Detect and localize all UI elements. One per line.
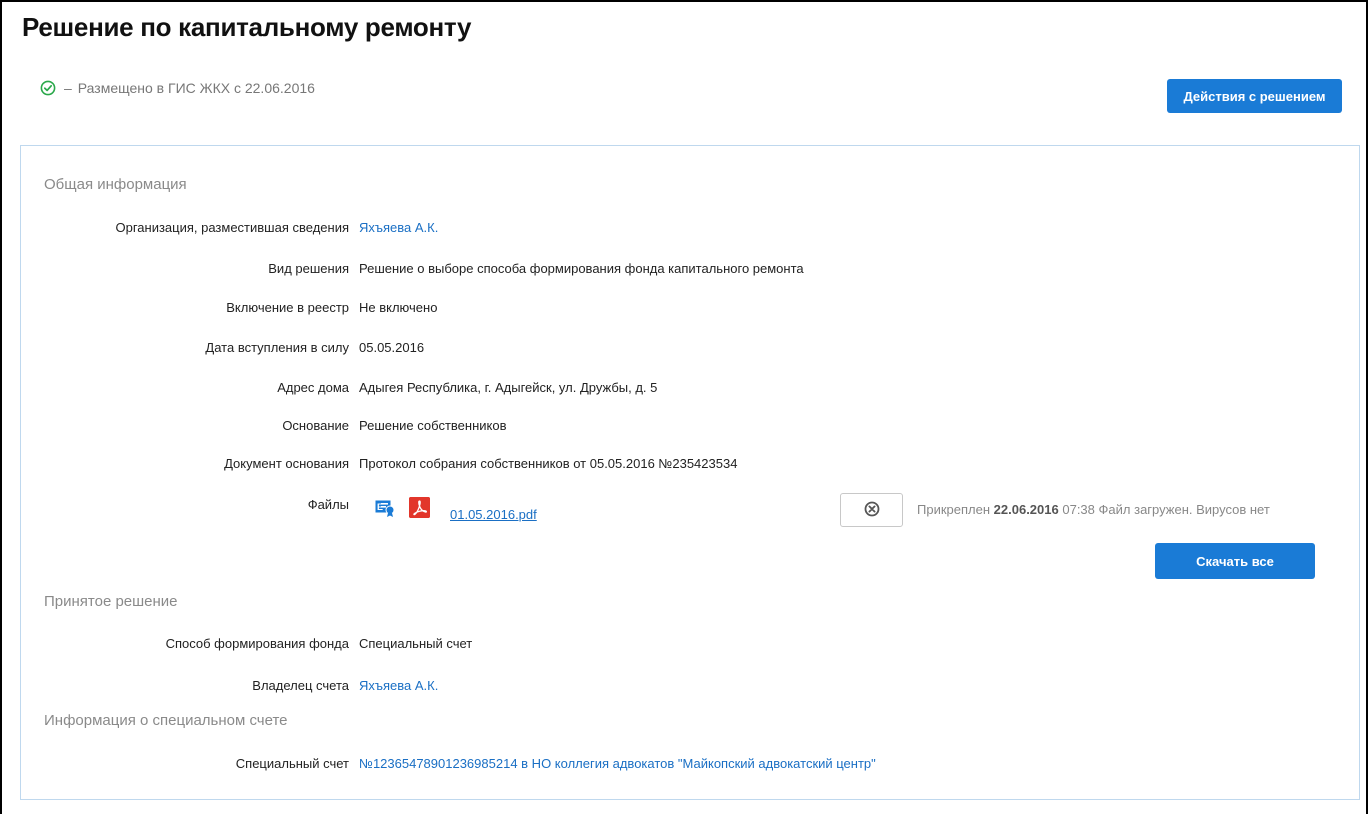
row-label: Владелец счета <box>252 678 349 693</box>
row-label: Адрес дома <box>277 380 349 395</box>
row-value: Решение о выборе способа формирования фо… <box>359 261 804 276</box>
row-basis: Основание Решение собственников <box>44 418 1344 433</box>
row-label: Организация, разместившая сведения <box>115 220 349 235</box>
attached-time: 07:38 <box>1062 502 1095 517</box>
file-download-link[interactable]: 01.05.2016.pdf <box>450 507 537 522</box>
remove-file-button[interactable] <box>840 493 903 527</box>
row-basis-document: Документ основания Протокол собрания соб… <box>44 456 1344 471</box>
row-registry: Включение в реестр Не включено <box>44 300 1344 315</box>
row-effective-date: Дата вступления в силу 05.05.2016 <box>44 340 1344 355</box>
status-dash: – <box>64 80 72 96</box>
pdf-icon[interactable] <box>409 497 430 518</box>
row-value: Не включено <box>359 300 438 315</box>
row-label: Документ основания <box>224 456 349 471</box>
special-account-link[interactable]: №12365478901236985214 в НО коллегия адво… <box>359 756 876 771</box>
row-label: Вид решения <box>268 261 349 276</box>
section-general-title: Общая информация <box>44 176 187 193</box>
row-value: 05.05.2016 <box>359 340 425 355</box>
signature-icon[interactable]: Е <box>375 499 395 517</box>
row-value: Протокол собрания собственников от 05.05… <box>359 456 738 471</box>
status-text: Размещено в ГИС ЖКХ с 22.06.2016 <box>77 80 315 96</box>
row-label: Способ формирования фонда <box>165 636 349 651</box>
account-owner-link[interactable]: Яхъяева А.К. <box>359 678 438 693</box>
remove-file-icon <box>864 501 880 520</box>
scan-status: Файл загружен. Вирусов нет <box>1098 502 1270 517</box>
row-value: Решение собственников <box>359 418 507 433</box>
check-circle-icon <box>40 80 56 96</box>
row-special-account: Специальный счет №12365478901236985214 в… <box>44 756 1344 771</box>
row-label: Включение в реестр <box>226 300 349 315</box>
attached-prefix: Прикреплен <box>917 502 991 517</box>
organization-link[interactable]: Яхъяева А.К. <box>359 220 438 235</box>
section-decision-title: Принятое решение <box>44 593 178 610</box>
section-special-account-title: Информация о специальном счете <box>44 712 288 729</box>
attached-date: 22.06.2016 <box>993 502 1059 517</box>
row-address: Адрес дома Адыгея Республика, г. Адыгейс… <box>44 380 1344 395</box>
row-organization: Организация, разместившая сведения Яхъяе… <box>44 220 1344 235</box>
row-label: Специальный счет <box>235 756 349 771</box>
row-value: Специальный счет <box>359 636 473 651</box>
decision-actions-button[interactable]: Действия с решением <box>1167 79 1342 113</box>
row-fund-method: Способ формирования фонда Специальный сч… <box>44 636 1344 651</box>
row-decision-type: Вид решения Решение о выборе способа фор… <box>44 261 1344 276</box>
status-line: – Размещено в ГИС ЖКХ с 22.06.2016 <box>40 80 315 96</box>
files-label: Файлы <box>307 497 349 512</box>
file-meta: Прикреплен 22.06.2016 07:38 Файл загруже… <box>917 502 1270 517</box>
download-all-button[interactable]: Скачать все <box>1155 543 1315 579</box>
row-label: Дата вступления в силу <box>205 340 349 355</box>
row-label: Основание <box>282 418 349 433</box>
row-account-owner: Владелец счета Яхъяева А.К. <box>44 678 1344 693</box>
decision-panel <box>20 145 1360 800</box>
row-value: Адыгея Республика, г. Адыгейск, ул. Друж… <box>359 380 658 395</box>
page-title: Решение по капитальному ремонту <box>22 12 472 42</box>
